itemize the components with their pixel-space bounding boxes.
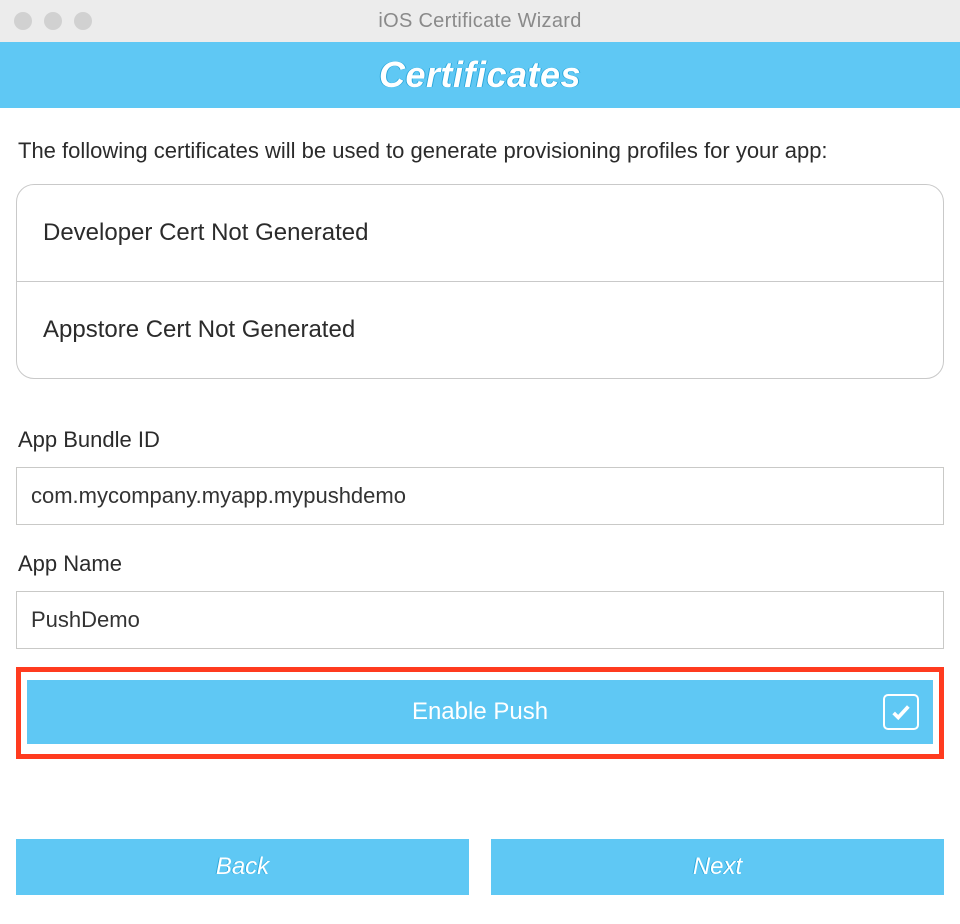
window-title: iOS Certificate Wizard bbox=[0, 10, 960, 33]
app-name-label: App Name bbox=[18, 551, 942, 577]
enable-push-toggle[interactable]: Enable Push bbox=[27, 680, 933, 744]
page-header: Certificates bbox=[0, 42, 960, 108]
certificates-list: Developer Cert Not Generated Appstore Ce… bbox=[16, 184, 944, 379]
intro-text: The following certificates will be used … bbox=[18, 138, 942, 164]
page-title: Certificates bbox=[379, 54, 581, 96]
next-button[interactable]: Next bbox=[491, 839, 944, 895]
traffic-light-minimize[interactable] bbox=[44, 12, 62, 30]
window-titlebar: iOS Certificate Wizard bbox=[0, 0, 960, 42]
bundle-id-input[interactable] bbox=[16, 467, 944, 525]
developer-cert-status: Developer Cert Not Generated bbox=[17, 185, 943, 281]
traffic-light-close[interactable] bbox=[14, 12, 32, 30]
bundle-id-label: App Bundle ID bbox=[18, 427, 942, 453]
enable-push-label: Enable Push bbox=[412, 698, 548, 726]
back-button[interactable]: Back bbox=[16, 839, 469, 895]
appstore-cert-status: Appstore Cert Not Generated bbox=[17, 281, 943, 378]
enable-push-highlight: Enable Push bbox=[16, 667, 944, 759]
app-name-input[interactable] bbox=[16, 591, 944, 649]
traffic-light-zoom[interactable] bbox=[74, 12, 92, 30]
checkbox-icon bbox=[883, 694, 919, 730]
